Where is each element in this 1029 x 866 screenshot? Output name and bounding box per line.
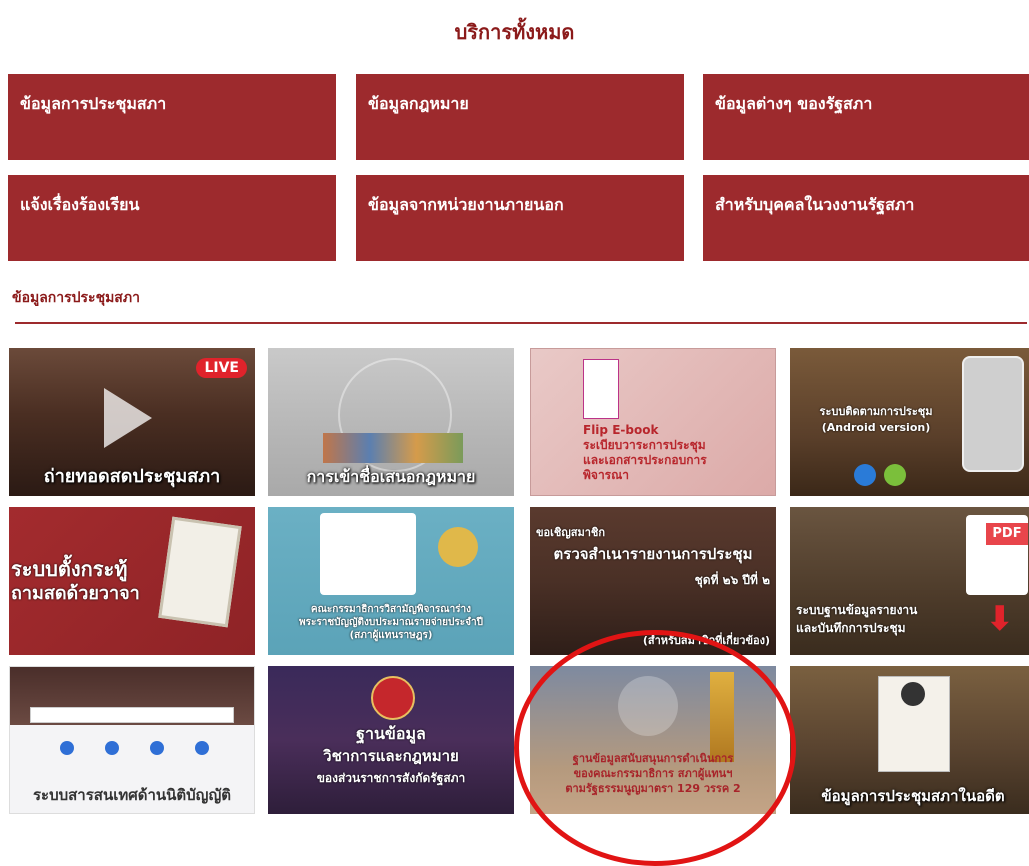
service-icon — [105, 741, 119, 755]
service-icon — [60, 741, 74, 755]
play-store-icon — [854, 464, 876, 486]
tile-meeting-report-review[interactable]: ขอเชิญสมาชิก ตรวจสำเนารายงานการประชุม ชุ… — [530, 507, 776, 655]
category-parliament-data-button[interactable]: ข้อมูลต่างๆ ของรัฐสภา — [703, 74, 1029, 160]
tile-live-broadcast[interactable]: LIVE ถ่ายทอดสดประชุมสภา — [9, 348, 255, 496]
tile-caption: การเข้าชื่อเสนอกฎหมาย — [306, 467, 476, 486]
tile-line1: Flip E-book — [583, 423, 659, 437]
play-icon — [104, 388, 152, 448]
android-icon — [884, 464, 906, 486]
tile-line2: ถามสดด้วยวาจา — [11, 583, 140, 604]
tile-line2: พระราชบัญญัติงบประมาณรายจ่ายประจำปี — [299, 617, 483, 628]
tile-line3: ชุดที่ ๒๖ ปีที่ ๒ — [694, 573, 770, 587]
pagoda-icon — [710, 672, 734, 762]
crowd-illustration — [323, 433, 463, 463]
tile-caption: ข้อมูลการประชุมสภาในอดีต — [821, 787, 1005, 805]
phone-icon — [962, 356, 1024, 472]
category-complaint-button[interactable]: แจ้งเรื่องร้องเรียน — [8, 175, 336, 261]
tile-line3: (สภาผู้แทนราษฎร) — [349, 630, 433, 641]
document-icon — [583, 359, 619, 419]
tile-line3: ตามรัฐธรรมนูญมาตรา 129 วรรค 2 — [565, 782, 741, 795]
tile-academic-law-database[interactable]: ฐานข้อมูล วิชาการและกฎหมาย ของส่วนราชการ… — [268, 666, 514, 814]
live-badge: LIVE — [196, 358, 247, 378]
tile-line2: ตรวจสำเนารายงานการประชุม — [553, 545, 753, 563]
tile-line1: ขอเชิญสมาชิก — [536, 526, 605, 539]
tile-line2: วิชาการและกฎหมาย — [323, 747, 459, 765]
tile-legislative-info[interactable]: ระบบสารสนเทศด้านนิติบัญญัติ — [9, 666, 255, 814]
tile-meeting-app[interactable]: ระบบติดตามการประชุม (Android version) — [790, 348, 1029, 496]
tile-caption: ถ่ายทอดสดประชุมสภา — [43, 466, 221, 487]
section-label: ข้อมูลการประชุมสภา — [12, 290, 140, 306]
tile-line4: พิจารณา — [583, 468, 629, 482]
tile-line1: คณะกรรมาธิการวิสามัญพิจารณาร่าง — [310, 604, 472, 615]
tile-line1: ฐานข้อมูลสนับสนุนการดำเนินการ — [572, 752, 734, 765]
tile-flip-ebook[interactable]: Flip E-book ระเบียบวาระการประชุม และเอกส… — [530, 348, 776, 496]
coins-icon — [438, 527, 478, 567]
tile-line2: (Android version) — [821, 421, 931, 434]
service-icon — [150, 741, 164, 755]
category-meeting-data-button[interactable]: ข้อมูลการประชุมสภา — [8, 74, 336, 160]
tile-line1: ระบบติดตามการประชุม — [819, 405, 933, 418]
tile-committee-support-database[interactable]: ฐานข้อมูลสนับสนุนการดำเนินการ ของคณะกรรม… — [530, 666, 776, 814]
tile-line3: ของส่วนราชการสังกัดรัฐสภา — [316, 771, 466, 785]
category-external-data-button[interactable]: ข้อมูลจากหน่วยงานภายนอก — [356, 175, 684, 261]
tile-line4: (สำหรับสมาชิกที่เกี่ยวข้อง) — [642, 634, 770, 647]
tile-caption: ระบบสารสนเทศด้านนิติบัญญัติ — [33, 786, 231, 804]
tile-line1: ระบบตั้งกระทู้ — [11, 557, 128, 581]
parliament-emblem-icon — [901, 682, 925, 706]
tile-report-database[interactable]: PDF ⬇ ระบบฐานข้อมูลรายงาน และบันทึกการปร… — [790, 507, 1029, 655]
page-title: บริการทั้งหมด — [454, 20, 575, 44]
tile-past-meeting-data[interactable]: ข้อมูลการประชุมสภาในอดีต — [790, 666, 1029, 814]
tile-line2: ของคณะกรรมาธิการ สภาผู้แทนฯ — [573, 767, 733, 780]
search-bar-icon — [30, 707, 234, 723]
tile-law-proposal[interactable]: การเข้าชื่อเสนอกฎหมาย — [268, 348, 514, 496]
tile-line2: และบันทึกการประชุม — [796, 621, 906, 635]
tile-line2: ระเบียบวาระการประชุม — [583, 438, 706, 452]
section-divider — [15, 322, 1027, 324]
pdf-badge: PDF — [986, 523, 1028, 545]
tile-verbal-question[interactable]: ระบบตั้งกระทู้ ถามสดด้วยวาจา — [9, 507, 255, 655]
category-law-data-button[interactable]: ข้อมูลกฎหมาย — [356, 74, 684, 160]
tile-budget-committee[interactable]: คณะกรรมาธิการวิสามัญพิจารณาร่าง พระราชบั… — [268, 507, 514, 655]
clipboard-icon — [158, 516, 242, 628]
category-staff-button[interactable]: สำหรับบุคคลในวงงานรัฐสภา — [703, 175, 1029, 261]
service-icon — [195, 741, 209, 755]
tile-line3: และเอกสารประกอบการ — [583, 453, 707, 467]
tile-line1: ระบบฐานข้อมูลรายงาน — [796, 603, 918, 617]
checklist-icon — [320, 513, 416, 595]
tile-line1: ฐานข้อมูล — [356, 724, 426, 743]
parliament-emblem-icon — [371, 676, 415, 720]
parliament-emblem-icon — [618, 676, 678, 736]
